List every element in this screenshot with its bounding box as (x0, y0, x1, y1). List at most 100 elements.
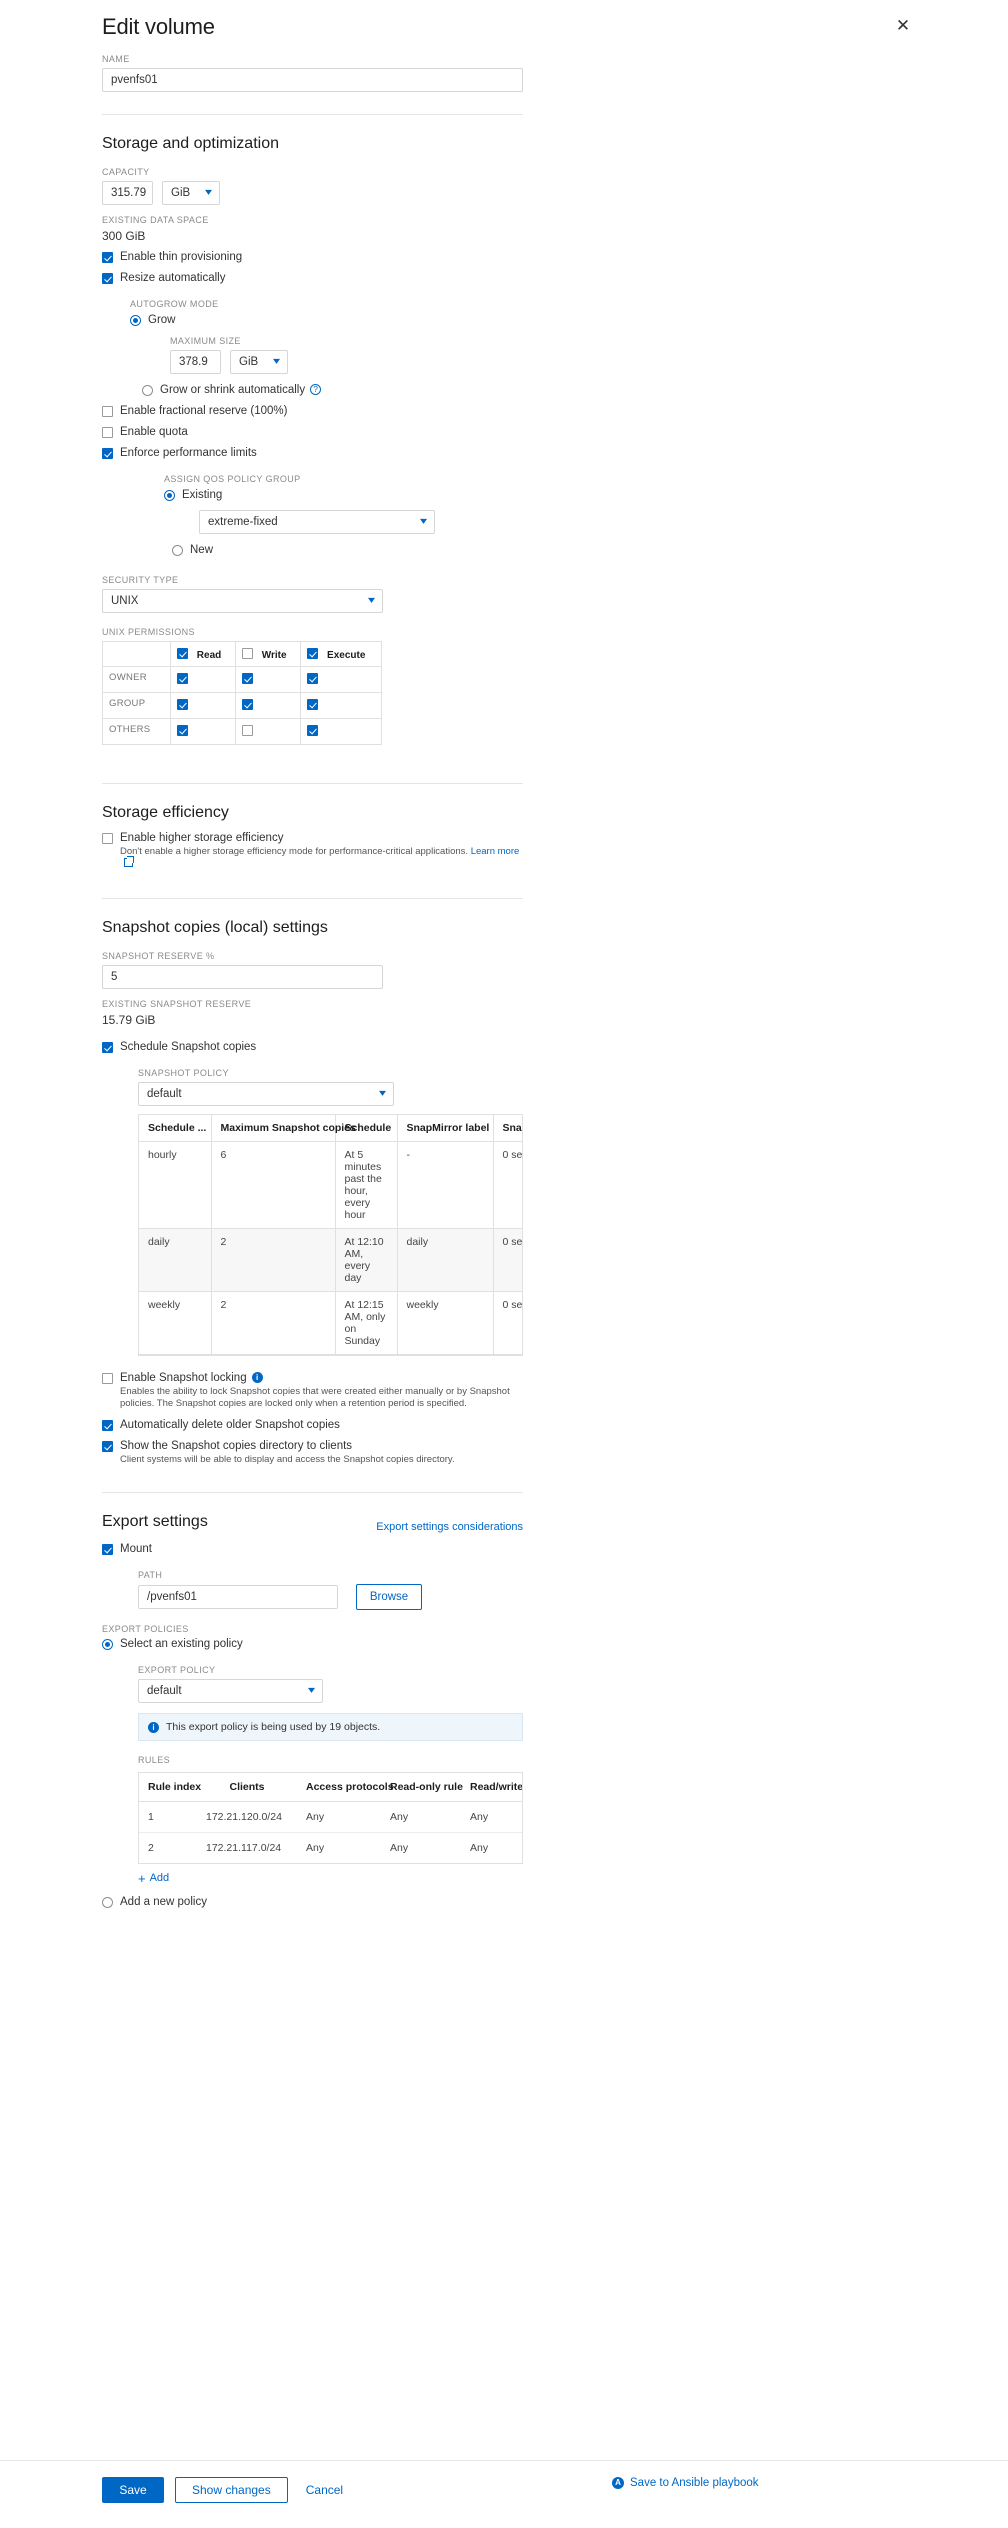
resize-automatically-checkbox[interactable] (102, 273, 113, 284)
group-read-cell[interactable] (170, 692, 236, 719)
qos-new-radio[interactable] (172, 545, 183, 556)
qos-policy-select[interactable]: extreme-fixed ▾ (199, 510, 435, 534)
schedule-snapshot-checkbox[interactable] (102, 1042, 113, 1053)
table-row: 2 172.21.117.0/24 Any Any Any Any (139, 1832, 522, 1863)
show-changes-button[interactable]: Show changes (175, 2477, 288, 2503)
col-read-write-rule: Read/write rule (461, 1773, 522, 1802)
quota-checkbox[interactable] (102, 427, 113, 438)
chevron-down-icon: ▾ (367, 595, 376, 606)
perf-limits-row[interactable]: Enforce performance limits (102, 447, 527, 460)
table-header-row: Schedule ... Maximum Snapshot copies Sch… (139, 1115, 522, 1142)
path-input[interactable]: /pvenfs01 (138, 1585, 338, 1609)
export-policy-select[interactable]: default ▾ (138, 1679, 323, 1703)
snapshot-policy-select[interactable]: default ▾ (138, 1082, 394, 1106)
cell-max-copies: 6 (211, 1141, 336, 1229)
table-row: hourly 6 At 5 minutes past the hour, eve… (139, 1141, 522, 1229)
grow-shrink-radio[interactable] (142, 385, 153, 396)
higher-efficiency-row[interactable]: Enable higher storage efficiency (102, 832, 527, 845)
browse-button[interactable]: Browse (356, 1584, 422, 1610)
qos-existing-radio[interactable] (164, 490, 175, 501)
show-directory-checkbox[interactable] (102, 1441, 113, 1452)
save-button[interactable]: Save (102, 2477, 164, 2503)
help-icon[interactable]: ? (310, 384, 322, 395)
capacity-input[interactable]: 315.79 (102, 181, 153, 205)
security-type-select[interactable]: UNIX ▾ (102, 589, 383, 613)
group-read-checkbox[interactable] (177, 699, 188, 710)
export-rules-table-wrapper[interactable]: Rule index Clients Access protocols Read… (138, 1772, 523, 1864)
group-execute-cell[interactable] (300, 692, 382, 719)
info-icon[interactable]: i (251, 1372, 263, 1383)
capacity-unit-select[interactable]: GiB ▾ (162, 181, 220, 205)
efficiency-desc-text: Don't enable a higher storage efficiency… (120, 846, 469, 857)
unix-permissions-label: UNIX PERMISSIONS (102, 627, 195, 637)
schedule-snapshot-row[interactable]: Schedule Snapshot copies (102, 1041, 527, 1054)
maximum-size-input[interactable]: 378.9 (170, 350, 221, 374)
add-new-policy-row[interactable]: Add a new policy (102, 1896, 527, 1909)
qos-new-row[interactable]: New (172, 544, 527, 557)
owner-execute-cell[interactable] (300, 666, 382, 693)
fractional-reserve-label: Enable fractional reserve (100%) (120, 405, 288, 417)
maximum-size-unit-select[interactable]: GiB ▾ (230, 350, 288, 374)
owner-write-cell[interactable] (234, 666, 302, 693)
snapshot-schedule-table-wrapper[interactable]: Schedule ... Maximum Snapshot copies Sch… (138, 1114, 523, 1356)
perm-col-execute[interactable]: Execute (300, 641, 382, 667)
others-write-checkbox[interactable] (241, 725, 253, 736)
resize-automatically-row[interactable]: Resize automatically (102, 272, 527, 285)
perm-col-write[interactable]: Write (234, 641, 302, 667)
col-max-copies: Maximum Snapshot copies (211, 1115, 356, 1142)
write-all-checkbox[interactable] (241, 648, 253, 659)
save-to-ansible-playbook-button[interactable]: A Save to Ansible playbook (612, 2477, 759, 2489)
grow-shrink-row[interactable]: Grow or shrink automatically ? (142, 384, 527, 397)
add-rule-label: Add (149, 1872, 170, 1884)
thin-provisioning-checkbox[interactable] (102, 252, 113, 263)
execute-all-checkbox[interactable] (307, 648, 319, 659)
group-write-cell[interactable] (234, 692, 302, 719)
owner-read-cell[interactable] (170, 666, 236, 693)
owner-read-checkbox[interactable] (177, 673, 188, 684)
others-execute-checkbox[interactable] (307, 725, 319, 736)
export-policy-info-banner: i This export policy is being used by 19… (138, 1713, 523, 1741)
snapshot-locking-checkbox[interactable] (102, 1373, 113, 1384)
thin-provisioning-row[interactable]: Enable thin provisioning (102, 251, 527, 264)
export-settings-considerations-link[interactable]: Export settings considerations (376, 1521, 523, 1533)
close-icon[interactable]: ✕ (894, 17, 912, 36)
autogrow-grow-row[interactable]: Grow (130, 314, 527, 327)
group-execute-checkbox[interactable] (307, 699, 319, 710)
auto-delete-row[interactable]: Automatically delete older Snapshot copi… (102, 1419, 527, 1432)
auto-delete-checkbox[interactable] (102, 1420, 113, 1431)
export-policies-label: EXPORT POLICIES (102, 1624, 189, 1634)
select-existing-policy-radio[interactable] (102, 1639, 113, 1650)
perm-row-group-label: GROUP (102, 692, 171, 719)
autogrow-grow-radio[interactable] (130, 315, 141, 326)
perf-limits-checkbox[interactable] (102, 448, 113, 459)
mount-row[interactable]: Mount (102, 1543, 527, 1556)
add-new-policy-radio[interactable] (102, 1897, 113, 1908)
perm-col-read[interactable]: Read (170, 641, 236, 667)
select-existing-policy-row[interactable]: Select an existing policy (102, 1638, 527, 1651)
learn-more-link[interactable]: Learn more (471, 846, 520, 857)
qos-existing-row[interactable]: Existing (164, 489, 527, 502)
show-directory-description: Client systems will be able to display a… (120, 1454, 455, 1465)
others-read-checkbox[interactable] (177, 725, 188, 736)
table-row: 1 172.21.120.0/24 Any Any Any Any (139, 1801, 522, 1833)
name-input[interactable]: pvenfs01 (102, 68, 523, 92)
cancel-button[interactable]: Cancel (306, 2483, 343, 2497)
snapshot-reserve-input[interactable]: 5 (102, 965, 383, 989)
others-read-cell[interactable] (170, 718, 236, 745)
others-execute-cell[interactable] (300, 718, 382, 745)
quota-row[interactable]: Enable quota (102, 426, 527, 439)
others-write-cell[interactable] (234, 718, 302, 745)
add-rule-button[interactable]: + Add (138, 1872, 527, 1885)
show-directory-row[interactable]: Show the Snapshot copies directory to cl… (102, 1440, 527, 1453)
read-all-checkbox[interactable] (177, 648, 188, 659)
higher-efficiency-checkbox[interactable] (102, 833, 113, 844)
mount-checkbox[interactable] (102, 1544, 113, 1555)
fractional-reserve-checkbox[interactable] (102, 406, 113, 417)
perm-col-read-label: Read (196, 650, 222, 661)
owner-execute-checkbox[interactable] (307, 673, 319, 684)
owner-write-checkbox[interactable] (241, 673, 253, 684)
snapshot-policy-label: SNAPSHOT POLICY (138, 1068, 229, 1078)
snapshot-locking-row[interactable]: Enable Snapshot locking i (102, 1372, 527, 1385)
fractional-reserve-row[interactable]: Enable fractional reserve (100%) (102, 405, 527, 418)
group-write-checkbox[interactable] (241, 699, 253, 710)
